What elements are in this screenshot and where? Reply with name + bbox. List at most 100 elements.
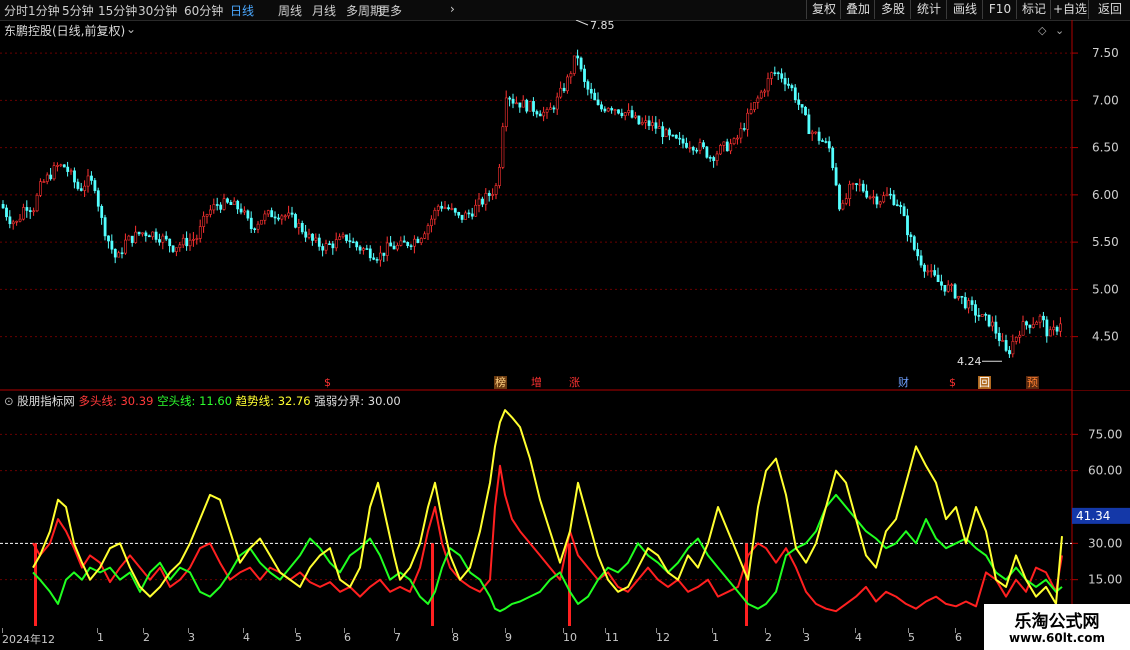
candle-body [389,242,393,247]
candle-body [365,248,369,250]
date-tick-6 [344,628,345,633]
event-marker-0[interactable]: $ [323,376,332,389]
period-tab-5[interactable]: 60分钟 [184,2,223,19]
toolbar-button-0[interactable]: 复权 [806,0,841,19]
candle-body [1031,324,1035,328]
event-marker-4[interactable]: 财 [897,376,910,389]
candle-body [273,216,277,219]
period-tab-1[interactable]: 1分钟 [28,2,60,19]
candle-body [392,245,396,250]
signal-bar-2 [568,543,571,626]
period-tab-6[interactable]: 日线 [230,2,254,19]
candle-body [708,157,712,159]
candle-body [831,147,835,168]
candle-body [644,120,648,123]
period-tab-10[interactable]: 更多 [378,2,402,19]
high-price-label: 7.85 [590,20,615,32]
toolbar-button-8[interactable]: 返回 [1088,0,1130,19]
candle-body [263,213,267,221]
candle-body [906,215,909,236]
candle-body [902,206,906,217]
event-marker-2[interactable]: 增 [530,376,543,389]
candle-body [18,218,22,222]
candle-body [355,241,359,248]
candle-body [994,321,998,334]
more-chevron-icon[interactable]: › [450,2,455,16]
candle-body [83,185,87,191]
candle-body [260,219,263,225]
candle-body [899,205,903,207]
candle-body [474,204,478,217]
candle-body [246,210,250,219]
candle-body [664,129,668,137]
candle-body [79,188,83,191]
event-marker-7[interactable]: 预 [1026,376,1039,389]
candle-body [338,236,342,240]
toolbar-button-4[interactable]: 画线 [946,0,983,19]
candle-body [572,55,576,74]
period-tab-9[interactable]: 多周期 [346,2,382,19]
candle-body [946,284,950,292]
period-tab-2[interactable]: 5分钟 [62,2,94,19]
candle-body [508,97,512,100]
event-marker-5[interactable]: $ [948,376,957,389]
candle-body [219,204,223,210]
diamond-icon[interactable]: ◇ [1038,24,1047,37]
candle-body [141,232,144,235]
period-tab-3[interactable]: 15分钟 [98,2,137,19]
candle-body [518,102,522,108]
date-label-15: 3 [803,631,810,644]
date-tick-10 [563,628,564,633]
series-line-2 [32,409,1063,605]
chevron-down-icon[interactable]: ⌄ [1055,24,1064,37]
toolbar-button-1[interactable]: 叠加 [840,0,875,19]
candle-body [5,207,8,218]
toolbar-button-5[interactable]: F10 [982,0,1017,19]
period-tab-4[interactable]: 30分钟 [138,2,177,19]
candle-body [494,185,498,195]
candle-body [35,194,39,212]
candle-body [620,112,624,117]
candle-body [661,126,665,137]
candle-body [678,137,682,140]
period-tab-0[interactable]: 分时 [4,2,28,19]
candle-body [341,234,345,238]
candle-body [161,235,165,243]
candle-body [134,231,138,243]
candle-body [69,170,73,173]
date-tick-1 [97,628,98,633]
toolbar-button-6[interactable]: 标记 [1016,0,1051,19]
candle-body [317,237,321,247]
indicator-chart[interactable]: 75.00 60.00 30.00 15.00 41.34 [0,390,1130,630]
event-marker-3[interactable]: 涨 [568,376,581,389]
date-label-16: 4 [855,631,862,644]
period-tab-8[interactable]: 月线 [312,2,336,19]
candle-body [603,108,607,112]
event-marker-6[interactable]: 回 [978,376,991,389]
candle-body [535,111,539,115]
candle-body [841,202,845,210]
period-tab-7[interactable]: 周线 [278,2,302,19]
toolbar-button-7[interactable]: +自选 [1050,0,1089,19]
indicator-collapse-icon[interactable]: ⊙ [4,394,14,408]
candle-body [450,208,454,210]
event-marker-1[interactable]: 榜 [494,376,507,389]
candle-body [552,107,556,110]
candle-body [878,201,882,205]
candle-body [86,175,90,187]
candle-body [175,247,178,252]
price-chart[interactable]: 7.50 7.00 6.50 6.00 5.50 5.00 4.50 7.85 4.24 ◇ ⌄ [0,20,1130,410]
candle-body [909,234,913,237]
high-arrow [575,20,589,26]
candle-body [872,196,875,199]
toolbar-button-3[interactable]: 统计 [910,0,947,19]
candle-body [858,183,862,186]
candle-body [654,122,658,129]
candle-body [419,238,423,243]
candle-body [719,145,722,155]
date-label-6: 6 [344,631,351,644]
candle-body [634,115,637,118]
candle-body [617,109,620,114]
candle-body [164,235,168,240]
toolbar-button-2[interactable]: 多股 [874,0,911,19]
